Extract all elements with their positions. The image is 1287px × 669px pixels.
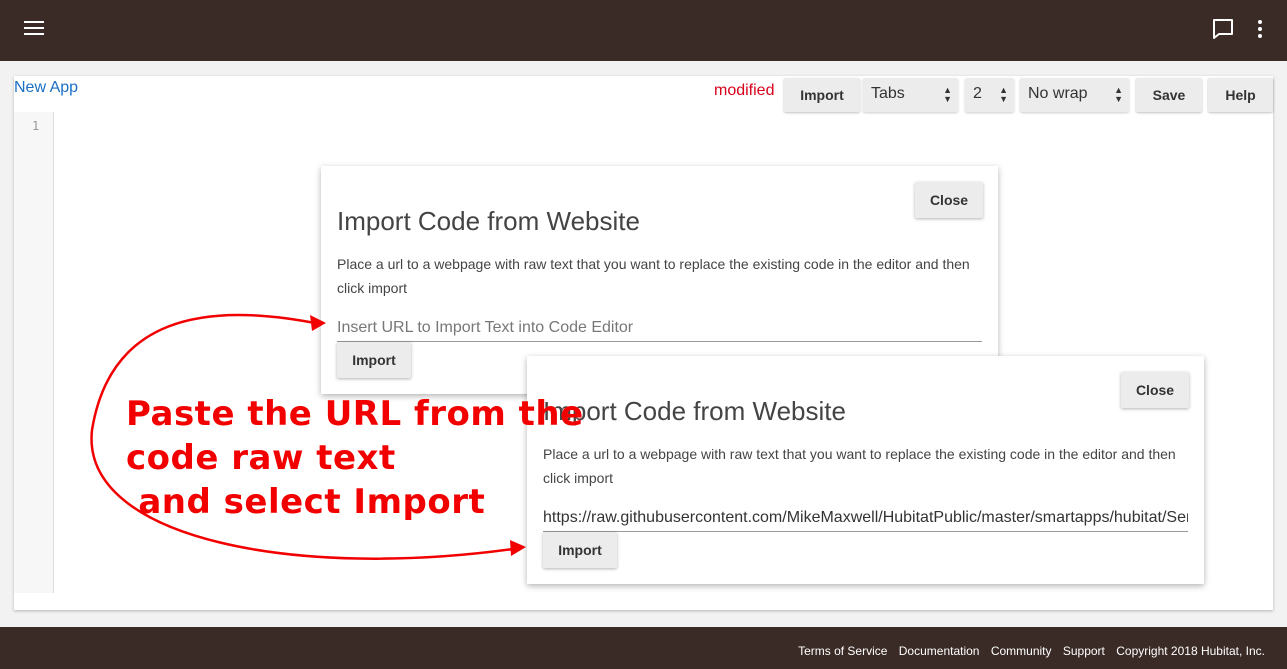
documentation-link[interactable]: Documentation — [899, 644, 980, 658]
hamburger-menu-icon[interactable] — [24, 21, 44, 37]
dialog-import-button[interactable]: Import — [337, 342, 411, 378]
import-button[interactable]: Import — [784, 78, 860, 112]
chat-bubble-icon[interactable] — [1211, 17, 1235, 41]
dialog-description: Place a url to a webpage with raw text t… — [337, 256, 970, 296]
indent-size-value: 2 — [973, 85, 982, 102]
select-arrows-icon: ▲ ▼ — [999, 85, 1008, 104]
dialog-title: Import Code from Website — [543, 396, 846, 426]
save-button[interactable]: Save — [1136, 78, 1202, 112]
support-link[interactable]: Support — [1063, 644, 1105, 658]
more-vert-icon[interactable] — [1250, 17, 1270, 41]
line-number-gutter — [14, 112, 54, 593]
dialog-import-button[interactable]: Import — [543, 532, 617, 568]
copyright-text: Copyright 2018 Hubitat, Inc. — [1116, 644, 1265, 658]
annotation-text: Paste the URL from the code raw text and… — [126, 394, 584, 522]
help-button[interactable]: Help — [1208, 78, 1273, 112]
select-arrows-icon: ▲ ▼ — [1114, 85, 1123, 104]
community-link[interactable]: Community — [991, 644, 1052, 658]
indent-type-select[interactable]: Tabs ▲ ▼ — [863, 78, 958, 112]
top-app-bar — [0, 0, 1287, 61]
terms-of-service-link[interactable]: Terms of Service — [798, 644, 887, 658]
line-number: 1 — [32, 119, 40, 133]
url-input[interactable]: https://raw.githubusercontent.com/MikeMa… — [543, 504, 1188, 532]
dialog-title: Import Code from Website — [337, 206, 640, 236]
footer-links: Terms of Service Documentation Community… — [790, 644, 1265, 658]
wrap-mode-value: No wrap — [1028, 85, 1088, 102]
app-title-link[interactable]: New App — [14, 79, 78, 97]
close-button[interactable]: Close — [1121, 372, 1189, 408]
close-button[interactable]: Close — [915, 182, 983, 218]
dialog-description: Place a url to a webpage with raw text t… — [543, 446, 1176, 486]
select-arrows-icon: ▲ ▼ — [943, 85, 952, 104]
modified-status: modified — [714, 82, 775, 99]
url-input[interactable]: Insert URL to Import Text into Code Edit… — [337, 314, 982, 342]
indent-size-select[interactable]: 2 ▲ ▼ — [965, 78, 1014, 112]
indent-type-value: Tabs — [871, 85, 905, 102]
wrap-mode-select[interactable]: No wrap ▲ ▼ — [1020, 78, 1129, 112]
import-dialog-filled: Close Import Code from Website Place a u… — [527, 356, 1204, 584]
footer: Terms of Service Documentation Community… — [0, 627, 1287, 669]
